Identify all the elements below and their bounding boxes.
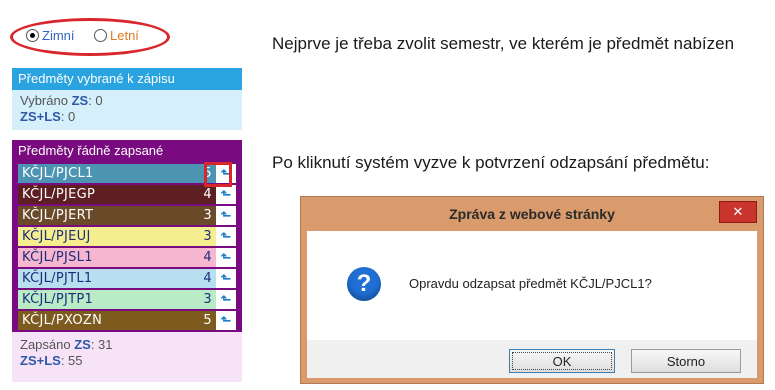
dialog-title: Zpráva z webové stránky — [449, 206, 615, 222]
course-credits: 5 — [203, 313, 212, 328]
enrolled-courses-list: KČJL/PJCL1 5 ⬑ KČJL/PJEGP 4 ⬑ KČJL/PJERT 3 ⬑ KČJL… — [18, 164, 236, 332]
dialog-titlebar: Zpráva z webové stránky ✕ — [301, 197, 763, 231]
course-credits: 4 — [203, 250, 212, 265]
unenroll-arrow-icon[interactable]: ⬑ — [216, 248, 236, 267]
confirm-dialog: Zpráva z webové stránky ✕ ? Opravdu odza… — [300, 196, 764, 384]
course-cell: KČJL/PJCL1 5 — [18, 164, 216, 183]
cancel-button[interactable]: Storno — [631, 349, 741, 373]
course-credits: 3 — [203, 229, 212, 244]
selected-zs-value: : 0 — [88, 93, 103, 108]
enrolled-zsls-value: : 55 — [60, 353, 83, 368]
course-cell: KČJL/PJTL1 4 — [18, 269, 216, 288]
selected-zsls-value: : 0 — [60, 109, 76, 124]
radio-checked-icon[interactable] — [26, 29, 39, 42]
course-code: KČJL/PJCL1 — [22, 166, 94, 181]
unenroll-arrow-icon[interactable]: ⬑ — [216, 227, 236, 246]
close-icon[interactable]: ✕ — [719, 201, 757, 223]
radio-letni-label: Letní — [110, 28, 139, 43]
enrolled-summary: Zapsáno ZS: 31 ZS+LS: 55 — [12, 332, 242, 369]
enrolled-zs-prefix: Zapsáno — [20, 337, 75, 352]
course-row: KČJL/PJTL1 4 ⬑ — [18, 269, 236, 288]
radio-zimni[interactable]: Zimní — [26, 28, 75, 43]
selected-summary: Vybráno ZS: 0 ZS+LS: 0 — [12, 90, 242, 125]
course-credits: 4 — [203, 187, 212, 202]
course-credits: 4 — [203, 271, 212, 286]
course-code: KČJL/PJTL1 — [22, 271, 93, 286]
enrolled-zs-value: : 31 — [90, 337, 113, 352]
course-cell: KČJL/PJEGP 4 — [18, 185, 216, 204]
course-code: KČJL/PJEUJ — [22, 229, 91, 244]
dialog-footer: OK Storno — [307, 340, 757, 378]
unenroll-highlight-box — [204, 162, 232, 187]
ok-button[interactable]: OK — [509, 349, 615, 373]
course-code: KČJL/PJSL1 — [22, 250, 93, 265]
enrolled-summary-panel: Zapsáno ZS: 31 ZS+LS: 55 — [12, 332, 242, 382]
course-cell: KČJL/PJSL1 4 — [18, 248, 216, 267]
course-row: KČJL/PJTP1 3 ⬑ — [18, 290, 236, 309]
instruction-note-semester: Nejprve je třeba zvolit semestr, ve kter… — [272, 34, 735, 53]
unenroll-arrow-icon[interactable]: ⬑ — [216, 269, 236, 288]
radio-unchecked-icon[interactable] — [94, 29, 107, 42]
dialog-body: ? Opravdu odzapsat předmět KČJL/PJCL1? — [307, 231, 757, 340]
course-row: KČJL/PJSL1 4 ⬑ — [18, 248, 236, 267]
radio-letni[interactable]: Letní — [94, 28, 139, 43]
unenroll-arrow-icon[interactable]: ⬑ — [216, 206, 236, 225]
enrolled-zs-key: ZS — [74, 337, 91, 352]
selected-courses-title: Předměty vybrané k zápisu — [12, 68, 242, 90]
course-code: KČJL/PJERT — [22, 208, 94, 223]
course-cell: KČJL/PJERT 3 — [18, 206, 216, 225]
course-code: KČJL/PJTP1 — [22, 292, 94, 307]
unenroll-arrow-icon[interactable]: ⬑ — [216, 185, 236, 204]
course-row: KČJL/PJEUJ 3 ⬑ — [18, 227, 236, 246]
selected-courses-panel: Předměty vybrané k zápisu Vybráno ZS: 0 … — [12, 68, 242, 130]
course-cell: KČJL/PXOZN 5 — [18, 311, 216, 330]
question-icon: ? — [347, 267, 381, 301]
course-cell: KČJL/PJTP1 3 — [18, 290, 216, 309]
course-row: KČJL/PXOZN 5 ⬑ — [18, 311, 236, 330]
selected-zs-key: ZS — [71, 93, 89, 108]
unenroll-arrow-icon[interactable]: ⬑ — [216, 290, 236, 309]
course-cell: KČJL/PJEUJ 3 — [18, 227, 216, 246]
course-row: KČJL/PJERT 3 ⬑ — [18, 206, 236, 225]
course-row: KČJL/PJEGP 4 ⬑ — [18, 185, 236, 204]
unenroll-arrow-icon[interactable]: ⬑ — [216, 311, 236, 330]
selected-zs-prefix: Vybráno — [20, 93, 72, 108]
selected-zsls-key: ZS+LS — [20, 109, 61, 124]
course-credits: 3 — [203, 208, 212, 223]
course-credits: 3 — [203, 292, 212, 307]
dialog-message: Opravdu odzapsat předmět KČJL/PJCL1? — [409, 276, 652, 291]
enrolled-courses-title: Předměty řádně zapsané — [18, 143, 164, 158]
instruction-note-confirm: Po kliknutí systém vyzve k potvrzení odz… — [272, 153, 710, 172]
course-code: KČJL/PXOZN — [22, 313, 103, 328]
semester-selector: Zimní Letní — [10, 18, 170, 56]
enrolled-zsls-key: ZS+LS — [20, 353, 61, 368]
course-code: KČJL/PJEGP — [22, 187, 96, 202]
radio-zimni-label: Zimní — [42, 28, 75, 43]
